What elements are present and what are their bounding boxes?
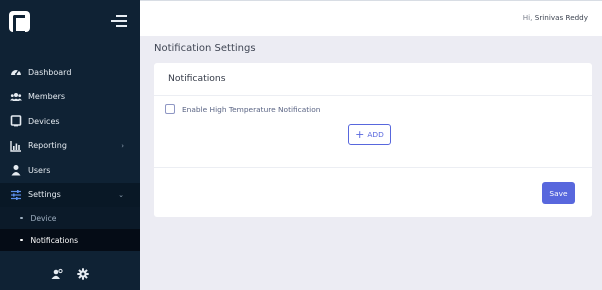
sidebar-item-label: Users [28,165,51,175]
high-temperature-option[interactable]: Enable High Temperature Notification [165,104,320,114]
brand-area [0,0,140,44]
bullet-icon [20,238,23,242]
sidebar-item-label: Dashboard [28,67,72,77]
sidebar-item-label: Members [28,92,66,102]
submenu-item-device[interactable]: Device [0,207,140,229]
checkbox-label: Enable High Temperature Notification [182,104,321,114]
sidebar-item-reporting[interactable]: Reporting › [0,134,140,159]
high-temperature-checkbox[interactable] [165,104,175,114]
sidebar-item-label: Settings [28,190,61,200]
top-bar: Hi, Srinivas Reddy [140,0,602,36]
chart-icon [10,140,22,152]
chevron-right-icon: › [121,141,124,150]
sidebar-nav: Dashboard Members Devices Reporting › Us… [0,60,140,251]
speedometer-icon [10,66,22,78]
user-greeting[interactable]: Hi, Srinivas Reddy [523,13,588,22]
user-name: Srinivas Reddy [534,13,588,22]
settings-submenu: Device Notifications [0,207,140,251]
submenu-item-notifications[interactable]: Notifications [0,229,140,251]
menu-toggle-icon[interactable] [111,15,127,28]
sidebar-item-users[interactable]: Users [0,158,140,183]
notifications-card: Notifications Enable High Temperature No… [154,63,592,217]
app-logo[interactable] [9,11,30,34]
sidebar-item-settings[interactable]: Settings ⌄ [0,182,140,207]
submenu-item-label: Device [30,213,57,223]
sidebar-item-label: Reporting [28,141,67,151]
sidebar: Dashboard Members Devices Reporting › Us… [0,0,140,290]
add-button-label: ADD [367,130,384,139]
users-icon [10,91,22,103]
user-icon [10,164,22,176]
sidebar-item-dashboard[interactable]: Dashboard [0,60,140,85]
add-button[interactable]: + ADD [348,124,391,145]
sidebar-item-devices[interactable]: Devices [0,109,140,134]
divider [154,167,592,168]
user-settings-icon[interactable] [51,268,63,280]
page-title: Notification Settings [154,43,256,54]
submenu-item-label: Notifications [30,235,79,245]
tablet-icon [10,115,22,127]
sidebar-item-label: Devices [28,116,60,126]
sidebar-footer [0,258,140,290]
bullet-icon [20,216,23,220]
sliders-icon [10,189,22,201]
gear-icon[interactable] [77,268,89,280]
card-title: Notifications [154,63,592,96]
sidebar-item-members[interactable]: Members [0,85,140,110]
chevron-down-icon: ⌄ [118,190,124,199]
save-button[interactable]: Save [542,182,575,204]
plus-icon: + [355,128,365,141]
greeting-prefix: Hi, [522,13,533,22]
